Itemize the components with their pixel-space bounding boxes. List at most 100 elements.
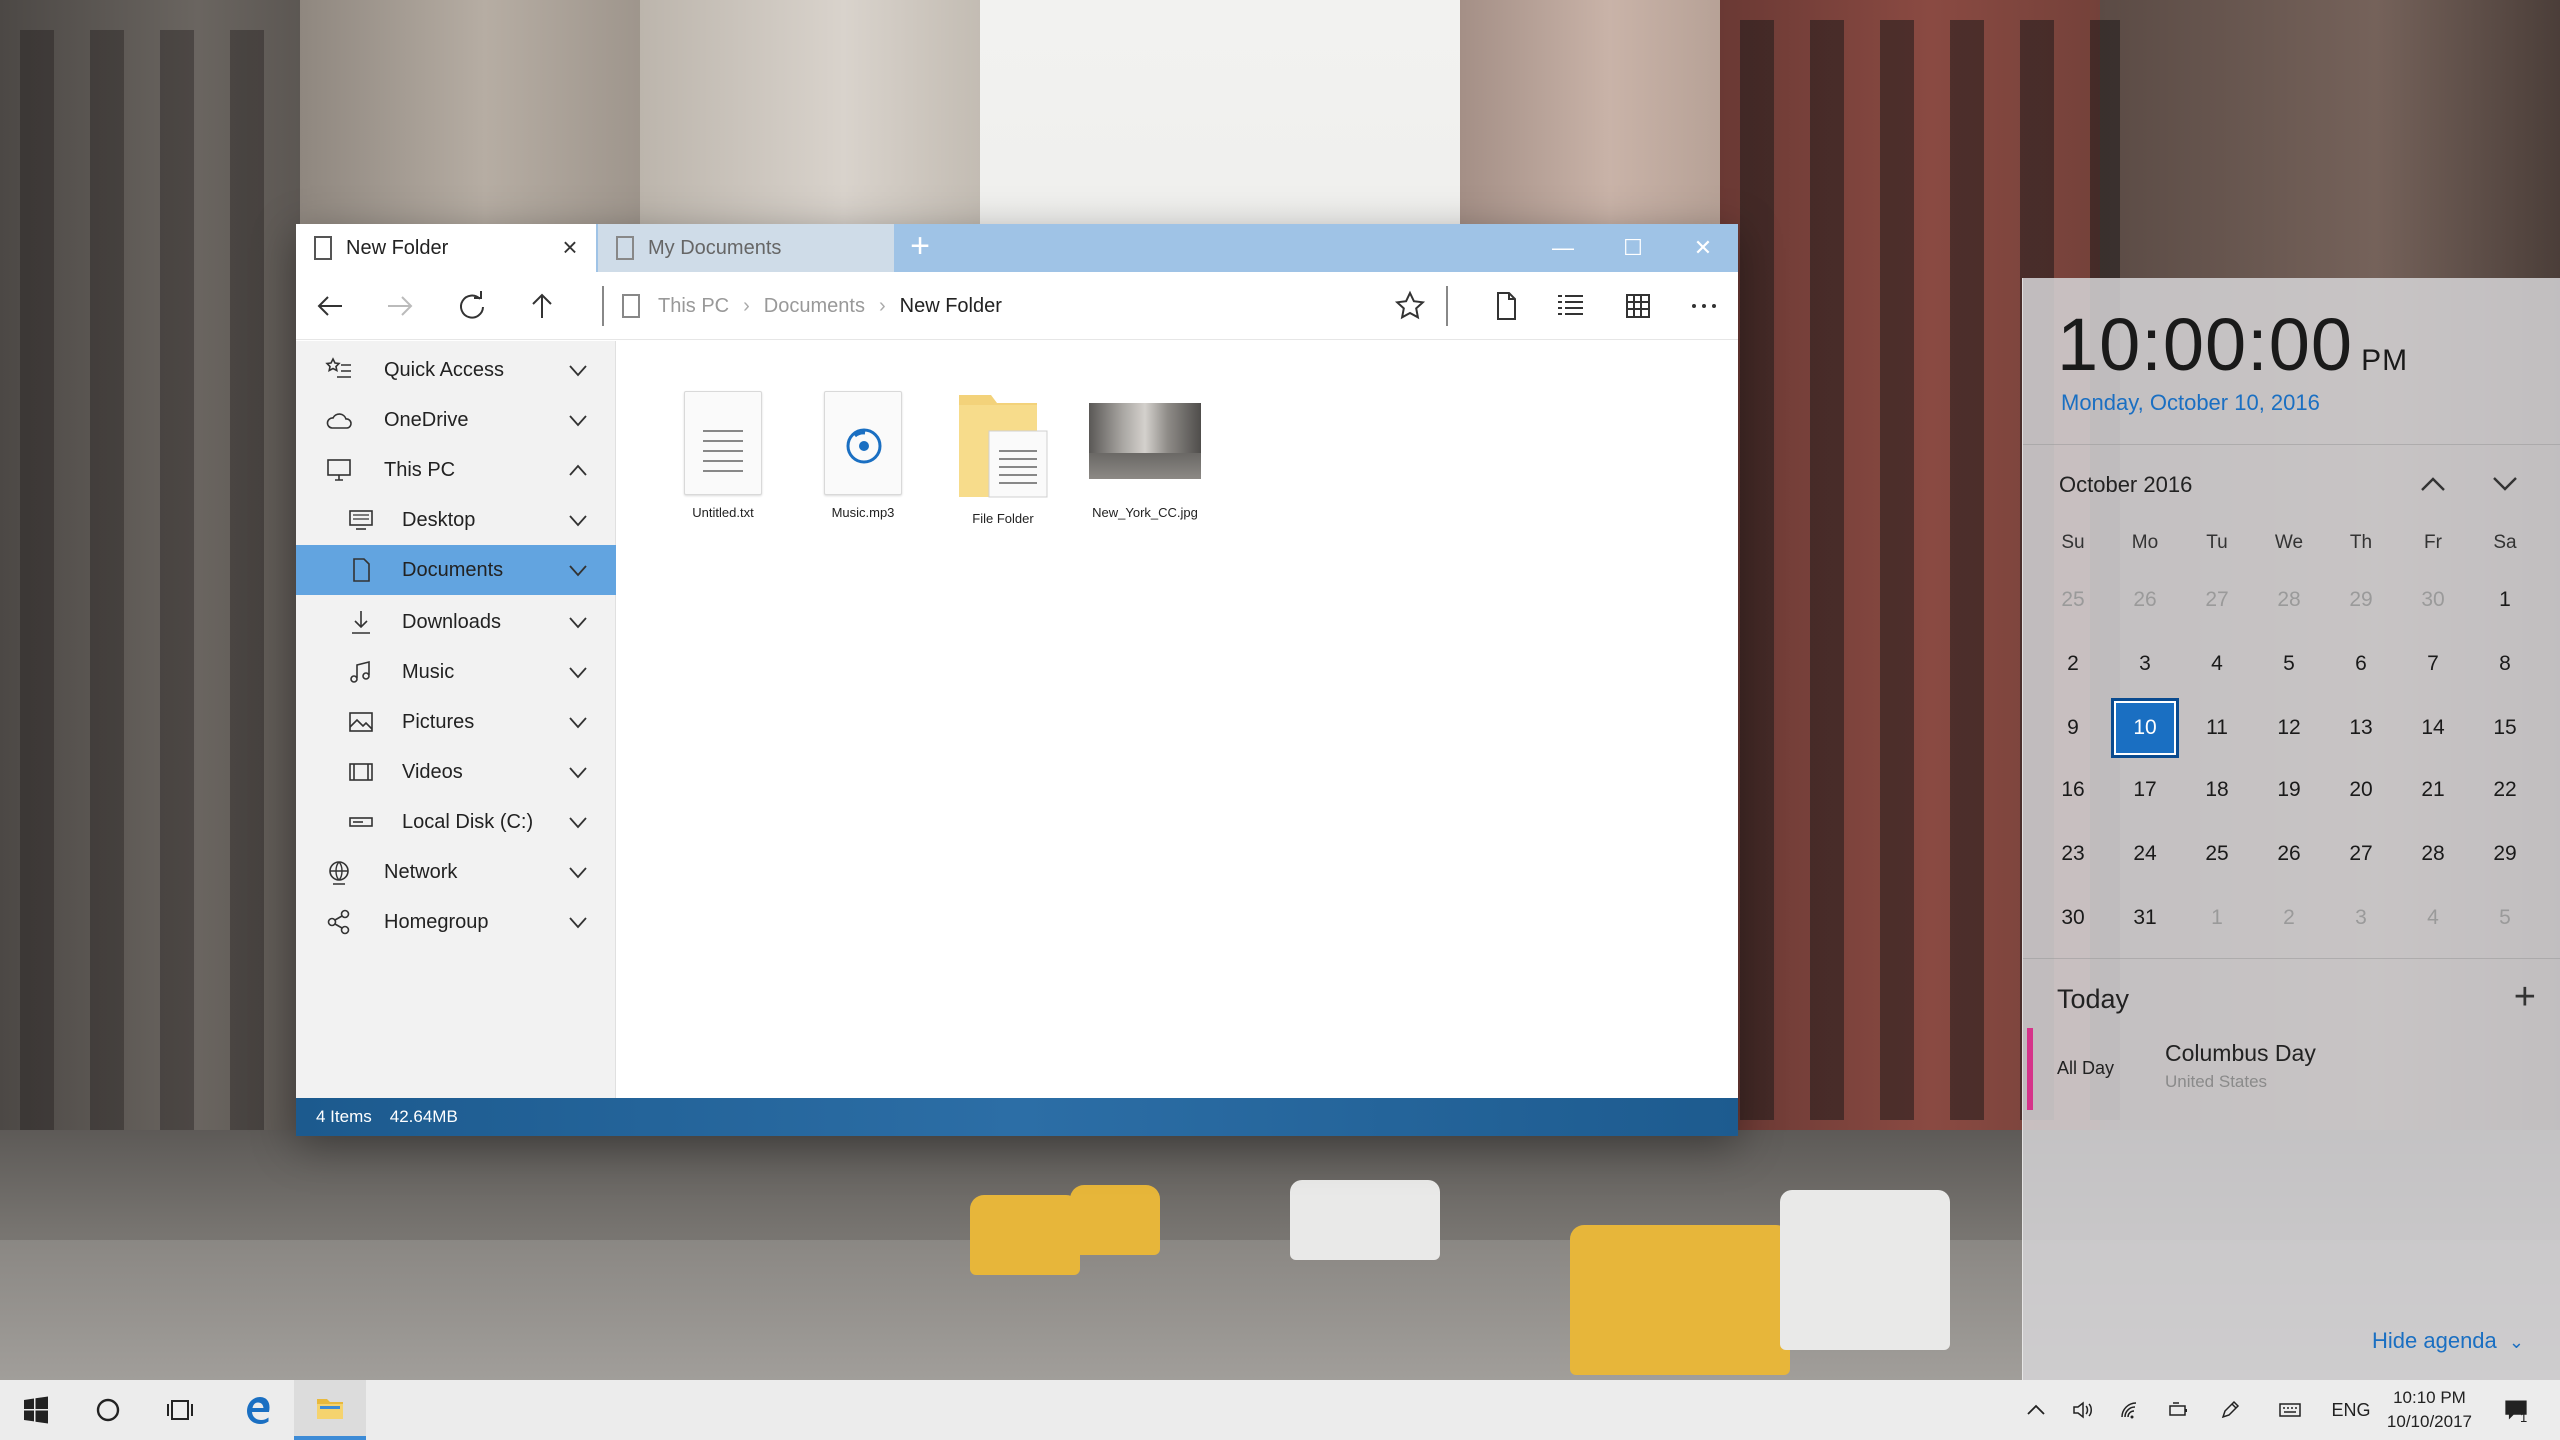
file-content-area[interactable]: Untitled.txt Music.mp3 File Folder New_Y…	[617, 341, 1738, 1098]
calendar-day[interactable]: 1	[2473, 572, 2537, 628]
calendar-day[interactable]: 30	[2401, 572, 2465, 628]
calendar-day[interactable]: 20	[2329, 762, 2393, 818]
calendar-day[interactable]: 26	[2257, 826, 2321, 882]
calendar-day[interactable]: 11	[2185, 700, 2249, 756]
action-center-button[interactable]: 1	[2492, 1380, 2540, 1440]
file-item[interactable]: File Folder	[933, 391, 1073, 526]
calendar-day[interactable]: 19	[2257, 762, 2321, 818]
calendar-day[interactable]: 18	[2185, 762, 2249, 818]
calendar-day[interactable]: 30	[2041, 890, 2105, 946]
calendar-day[interactable]: 27	[2329, 826, 2393, 882]
calendar-day[interactable]: 3	[2113, 636, 2177, 692]
sidebar-item-network[interactable]: Network	[296, 847, 616, 897]
chevron-down-icon[interactable]	[568, 912, 588, 932]
calendar-day[interactable]: 3	[2329, 890, 2393, 946]
calendar-day[interactable]: 9	[2041, 700, 2105, 756]
calendar-day[interactable]: 14	[2401, 700, 2465, 756]
add-event-button[interactable]: +	[2514, 976, 2536, 1019]
calendar-day[interactable]: 22	[2473, 762, 2537, 818]
calendar-day[interactable]: 4	[2401, 890, 2465, 946]
file-explorer-taskbar-button[interactable]	[294, 1380, 366, 1440]
sidebar-item-videos[interactable]: Videos	[296, 747, 616, 797]
tab-new-folder[interactable]: New Folder ×	[296, 224, 596, 272]
calendar-day[interactable]: 5	[2473, 890, 2537, 946]
calendar-day[interactable]: 16	[2041, 762, 2105, 818]
pen-button[interactable]	[2212, 1380, 2248, 1440]
start-button[interactable]	[0, 1380, 72, 1440]
calendar-day[interactable]: 4	[2185, 636, 2249, 692]
calendar-day[interactable]: 2	[2257, 890, 2321, 946]
chevron-down-icon[interactable]	[568, 612, 588, 632]
touch-keyboard-button[interactable]	[2270, 1380, 2310, 1440]
task-view-button[interactable]	[144, 1380, 216, 1440]
minimize-button[interactable]: —	[1528, 224, 1598, 272]
chevron-down-icon[interactable]	[568, 410, 588, 430]
calendar-day[interactable]: 29	[2329, 572, 2393, 628]
close-window-button[interactable]: ✕	[1668, 224, 1738, 272]
calendar-day[interactable]: 28	[2401, 826, 2465, 882]
sidebar-item-homegroup[interactable]: Homegroup	[296, 897, 616, 947]
chevron-down-icon[interactable]	[568, 560, 588, 580]
grid-view-button[interactable]	[1618, 286, 1658, 326]
calendar-day[interactable]: 15	[2473, 700, 2537, 756]
input-language-button[interactable]: ENG	[2326, 1380, 2376, 1440]
calendar-day[interactable]: 5	[2257, 636, 2321, 692]
calendar-day[interactable]: 21	[2401, 762, 2465, 818]
chevron-down-icon[interactable]	[568, 862, 588, 882]
taskbar-clock[interactable]: 10:10 PM 10/10/2017	[2387, 1386, 2472, 1434]
new-file-button[interactable]	[1486, 286, 1526, 326]
chevron-up-icon[interactable]	[568, 460, 588, 480]
up-button[interactable]	[522, 286, 562, 326]
network-button[interactable]	[2112, 1380, 2148, 1440]
next-month-button[interactable]	[2485, 464, 2525, 504]
previous-month-button[interactable]	[2413, 464, 2453, 504]
calendar-day[interactable]: 6	[2329, 636, 2393, 692]
forward-button[interactable]	[380, 286, 420, 326]
chevron-down-icon[interactable]	[568, 662, 588, 682]
close-tab-icon[interactable]: ×	[556, 234, 584, 262]
calendar-day[interactable]: 17	[2113, 762, 2177, 818]
sidebar-item-onedrive[interactable]: OneDrive	[296, 395, 616, 445]
sidebar-item-downloads[interactable]: Downloads	[296, 597, 616, 647]
sidebar-item-pictures[interactable]: Pictures	[296, 697, 616, 747]
volume-button[interactable]	[2064, 1380, 2100, 1440]
sidebar-item-local-disk-c[interactable]: Local Disk (C:)	[296, 797, 616, 847]
sidebar-item-music[interactable]: Music	[296, 647, 616, 697]
maximize-button[interactable]: ☐	[1598, 224, 1668, 272]
calendar-day[interactable]: 27	[2185, 572, 2249, 628]
chevron-down-icon[interactable]	[568, 712, 588, 732]
calendar-day[interactable]: 29	[2473, 826, 2537, 882]
show-hidden-icons-button[interactable]	[2018, 1380, 2054, 1440]
calendar-day[interactable]: 1	[2185, 890, 2249, 946]
calendar-day[interactable]: 28	[2257, 572, 2321, 628]
calendar-day[interactable]: 7	[2401, 636, 2465, 692]
favorite-button[interactable]	[1390, 286, 1430, 326]
chevron-down-icon[interactable]	[568, 510, 588, 530]
sidebar-item-desktop[interactable]: Desktop	[296, 495, 616, 545]
breadcrumb-current[interactable]: New Folder	[900, 295, 1002, 318]
calendar-day[interactable]: 2	[2041, 636, 2105, 692]
calendar-day[interactable]: 23	[2041, 826, 2105, 882]
sidebar-item-this-pc[interactable]: This PC	[296, 445, 616, 495]
battery-button[interactable]	[2160, 1380, 2196, 1440]
refresh-button[interactable]	[452, 286, 492, 326]
search-button[interactable]	[72, 1380, 144, 1440]
month-label[interactable]: October 2016	[2059, 472, 2192, 498]
edge-browser-button[interactable]	[222, 1380, 294, 1440]
calendar-day[interactable]: 12	[2257, 700, 2321, 756]
file-item[interactable]: Untitled.txt	[653, 391, 793, 520]
title-bar[interactable]: New Folder × My Documents + — ☐ ✕	[296, 224, 1738, 272]
chevron-down-icon[interactable]	[568, 762, 588, 782]
sidebar-item-quick-access[interactable]: Quick Access	[296, 345, 616, 395]
calendar-day[interactable]: 25	[2041, 572, 2105, 628]
chevron-down-icon[interactable]	[568, 360, 588, 380]
calendar-day[interactable]: 31	[2113, 890, 2177, 946]
chevron-down-icon[interactable]	[568, 812, 588, 832]
back-button[interactable]	[310, 286, 350, 326]
calendar-day-today[interactable]: 10	[2111, 698, 2179, 758]
breadcrumb-item[interactable]: Documents	[764, 295, 865, 318]
tab-my-documents[interactable]: My Documents	[598, 224, 894, 272]
breadcrumb[interactable]: This PC › Documents › New Folder	[622, 290, 1002, 322]
hide-agenda-link[interactable]: Hide agenda ⌄	[2372, 1328, 2524, 1354]
calendar-day[interactable]: 24	[2113, 826, 2177, 882]
